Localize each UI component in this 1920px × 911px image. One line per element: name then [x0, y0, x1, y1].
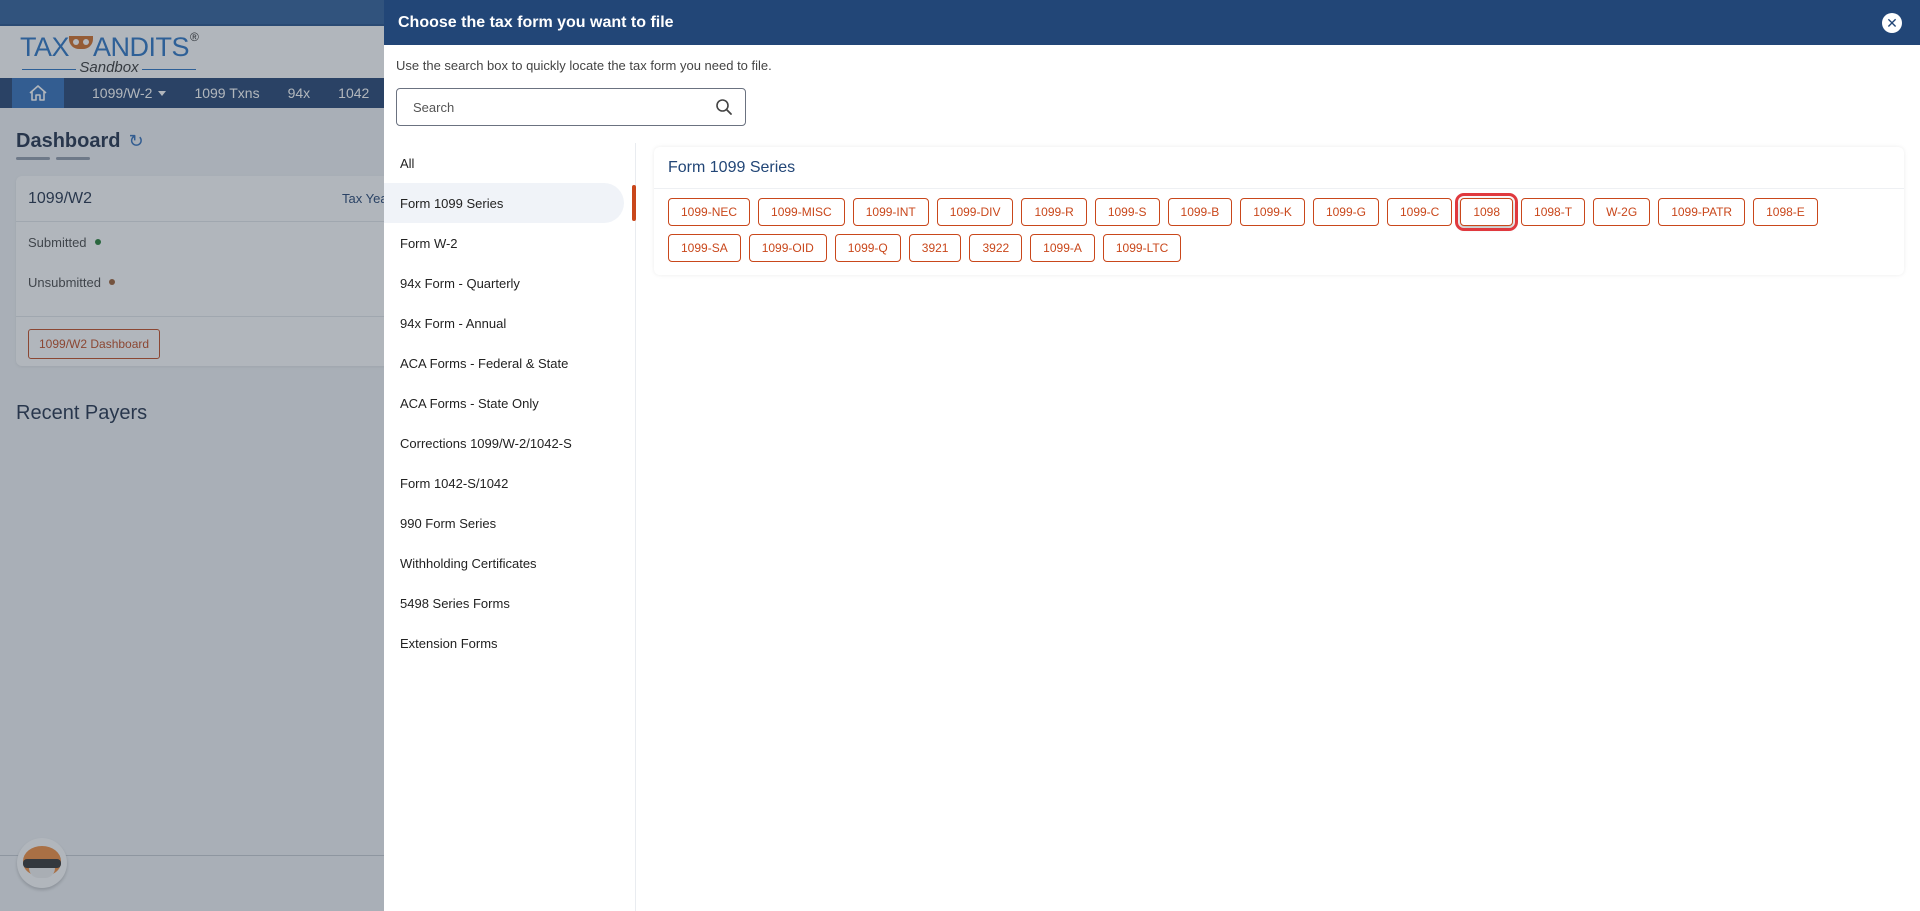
category-item-corrections-1099-w-2-1042-s[interactable]: Corrections 1099/W-2/1042-S	[384, 423, 635, 463]
category-item-94x-form-annual[interactable]: 94x Form - Annual	[384, 303, 635, 343]
form-chip-1099-k[interactable]: 1099-K	[1240, 198, 1305, 226]
form-series-card: Form 1099 Series 1099-NEC 1099-MISC 1099-I…	[654, 147, 1904, 275]
close-button[interactable]: ✕	[1882, 13, 1902, 33]
form-chip-3922[interactable]: 3922	[969, 234, 1023, 262]
category-item-aca-forms-state-only[interactable]: ACA Forms - State Only	[384, 383, 635, 423]
form-chip-1099-oid[interactable]: 1099-OID	[748, 234, 827, 262]
choose-tax-form-panel: Choose the tax form you want to file ✕ U…	[384, 0, 1920, 911]
form-chip-1099-int[interactable]: 1099-INT	[852, 198, 929, 226]
category-item-extension-forms[interactable]: Extension Forms	[384, 623, 635, 663]
form-chip-w-2g[interactable]: W-2G	[1593, 198, 1651, 226]
form-chip-1099-b[interactable]: 1099-B	[1167, 198, 1233, 226]
category-item-aca-forms-federal-state[interactable]: ACA Forms - Federal & State	[384, 343, 635, 383]
form-chip-1099-div[interactable]: 1099-DIV	[936, 198, 1014, 226]
form-category-list: All Form 1099 Series Form W-2 94x Form - Qu…	[384, 143, 636, 911]
search-icon[interactable]	[715, 98, 733, 116]
category-item-form-1099-series[interactable]: Form 1099 Series	[384, 183, 624, 223]
category-item-all[interactable]: All	[384, 143, 635, 183]
form-chip-1099-r[interactable]: 1099-R	[1021, 198, 1087, 226]
form-chip-list: 1099-NEC 1099-MISC 1099-INT 1099-DIV 1099-R 1…	[654, 189, 1884, 270]
form-chip-1099-nec[interactable]: 1099-NEC	[668, 198, 751, 226]
panel-header: Choose the tax form you want to file ✕	[384, 0, 1920, 45]
form-chip-1099-patr[interactable]: 1099-PATR	[1658, 198, 1746, 226]
category-item-form-1042-s-1042[interactable]: Form 1042-S/1042	[384, 463, 635, 503]
active-category-indicator	[632, 185, 636, 221]
section-title: Form 1099 Series	[654, 147, 1904, 189]
form-chip-1099-c[interactable]: 1099-C	[1386, 198, 1453, 226]
form-chip-1099-a[interactable]: 1099-A	[1030, 234, 1095, 262]
category-item-94x-form-quarterly[interactable]: 94x Form - Quarterly	[384, 263, 635, 303]
form-chip-1098-e[interactable]: 1098-E	[1753, 198, 1818, 226]
category-item-5498-series-forms[interactable]: 5498 Series Forms	[384, 583, 635, 623]
form-chip-1099-misc[interactable]: 1099-MISC	[758, 198, 845, 226]
form-chip-1098-t[interactable]: 1098-T	[1521, 198, 1586, 226]
close-icon: ✕	[1886, 15, 1898, 31]
form-chip-1099-s[interactable]: 1099-S	[1094, 198, 1160, 226]
form-chip-1098[interactable]: 1098	[1455, 193, 1519, 231]
category-item-withholding-certificates[interactable]: Withholding Certificates	[384, 543, 635, 583]
search-input[interactable]	[413, 99, 715, 115]
form-chip-1099-q[interactable]: 1099-Q	[834, 234, 901, 262]
panel-title: Choose the tax form you want to file	[398, 13, 674, 31]
category-item-form-w-2[interactable]: Form W-2	[384, 223, 635, 263]
category-item-990-form-series[interactable]: 990 Form Series	[384, 503, 635, 543]
form-chip-1099-sa[interactable]: 1099-SA	[668, 234, 741, 262]
search-box	[396, 88, 746, 126]
form-chip-1099-g[interactable]: 1099-G	[1312, 198, 1379, 226]
form-chip-1099-ltc[interactable]: 1099-LTC	[1102, 234, 1182, 262]
search-hint: Use the search box to quickly locate the…	[396, 58, 772, 73]
form-chip-3921[interactable]: 3921	[908, 234, 962, 262]
